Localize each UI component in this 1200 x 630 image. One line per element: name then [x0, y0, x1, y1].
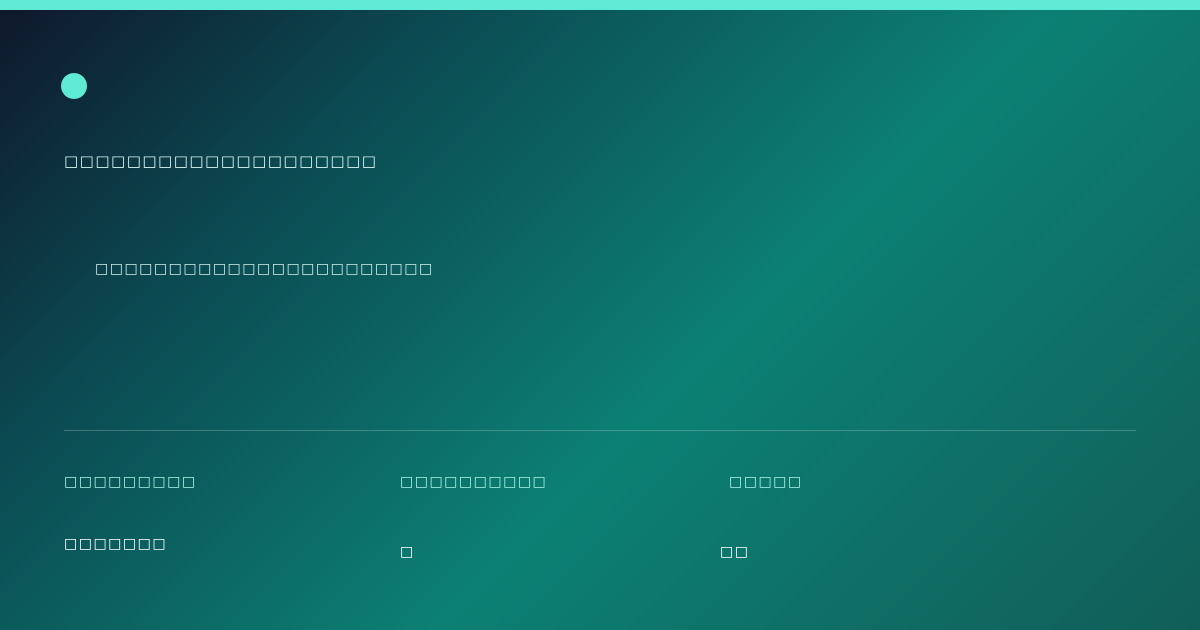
stat-label-3: □□□□□ [729, 474, 803, 490]
subheadline: □□□□□□□□□□□□□□□□□□□□□□□ [95, 261, 434, 277]
stat-value-3: □□ [720, 544, 750, 560]
stat-label-1: □□□□□□□□□ [64, 474, 197, 490]
divider [64, 430, 1136, 431]
accent-top-bar [0, 0, 1200, 10]
headline: □□□□□□□□□□□□□□□□□□□□ [64, 152, 378, 170]
brand-dot-icon [61, 73, 87, 99]
stat-value-2: □ [400, 544, 415, 560]
stat-label-2: □□□□□□□□□□ [400, 474, 548, 490]
stat-value-1: □□□□□□□ [64, 536, 168, 552]
social-card: □□□□□□□□□□□□□□□□□□□□ □□□□□□□□□□□□□□□□□□□… [0, 0, 1200, 630]
